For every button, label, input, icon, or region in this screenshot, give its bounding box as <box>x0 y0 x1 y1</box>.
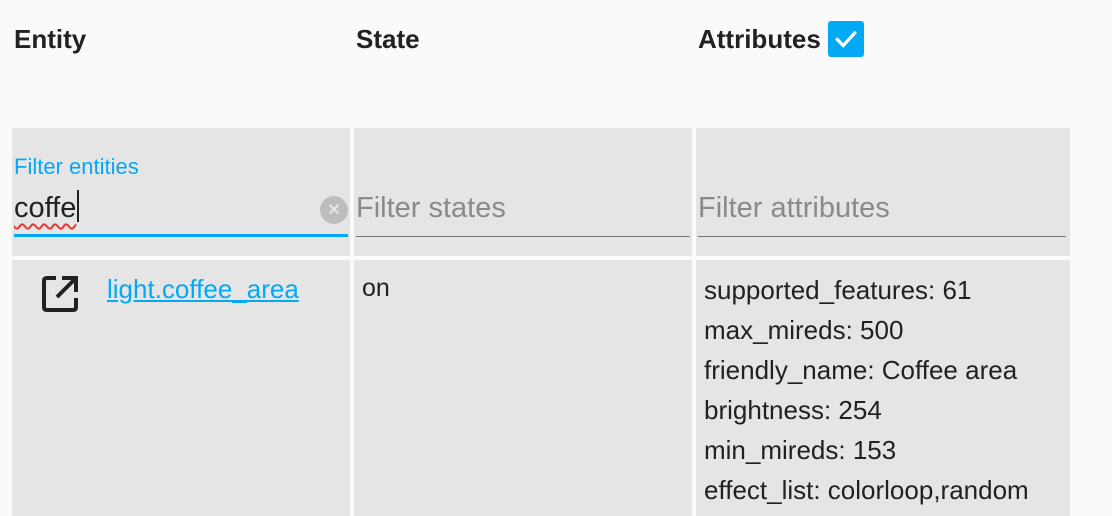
attributes-filter-cell: Filter attributes <box>696 128 1070 256</box>
entity-column-header: Entity <box>14 20 86 58</box>
attribute-item: supported_features: 61 <box>704 275 972 305</box>
text-caret <box>77 190 80 222</box>
state-column-header: State <box>356 20 420 58</box>
entity-filter-value: coffe <box>14 192 77 224</box>
state-filter-cell: Filter states <box>354 128 692 256</box>
state-filter-underline <box>356 236 690 237</box>
entity-filter-label: Filter entities <box>14 154 139 179</box>
attributes-filter-underline <box>698 236 1066 237</box>
table-row-state-cell: on <box>354 260 692 516</box>
state-value: on <box>362 274 390 302</box>
entity-id-link[interactable]: light.coffee_area <box>107 274 299 305</box>
attributes-list: supported_features: 61 max_mireds: 500 f… <box>704 270 1029 510</box>
attribute-item: brightness: 254 <box>704 395 882 425</box>
attribute-item: min_mireds: 153 <box>704 435 897 465</box>
clear-icon: × <box>328 198 340 221</box>
entity-filter-underline <box>14 234 348 237</box>
state-header-label: State <box>356 24 420 54</box>
table-header-row: Entity State Attributes <box>12 0 1070 64</box>
states-panel: Entity State Attributes Filter entities … <box>12 0 1070 516</box>
attribute-item: max_mireds: 500 <box>704 315 904 345</box>
attribute-item: effect_list: colorloop,random <box>704 475 1029 505</box>
state-filter-input[interactable]: Filter states <box>356 192 506 225</box>
attribute-item: friendly_name: Coffee area <box>704 355 1018 385</box>
open-in-new-icon[interactable] <box>40 274 80 314</box>
attributes-checkbox[interactable] <box>827 21 864 57</box>
entity-filter-input[interactable]: coffe <box>14 190 80 225</box>
clear-filter-button[interactable]: × <box>320 196 348 224</box>
attributes-header-label: Attributes <box>698 24 821 54</box>
entity-filter-cell: Filter entities coffe × <box>12 128 350 256</box>
attributes-filter-input[interactable]: Filter attributes <box>698 192 890 225</box>
attributes-column-header: Attributes <box>698 20 864 58</box>
table-row-attributes-cell: supported_features: 61 max_mireds: 500 f… <box>696 260 1070 516</box>
entity-header-label: Entity <box>14 24 87 54</box>
check-icon <box>834 30 857 48</box>
table-row-entity-cell: light.coffee_area <box>12 260 350 516</box>
